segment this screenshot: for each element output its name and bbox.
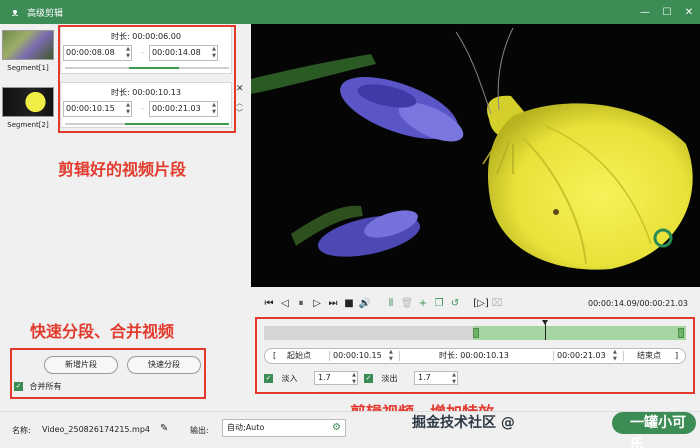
spinner-icon[interactable]: ▲ ▼ (389, 349, 393, 363)
name-label: 名称: (12, 426, 31, 435)
window-controls: — ☐ ✕ (634, 7, 700, 18)
edit-name-icon[interactable]: ✎ (160, 423, 168, 434)
file-name: Video_250826174215.mp4 (42, 425, 150, 434)
spinner-icon[interactable]: ▲ ▼ (613, 349, 617, 363)
segment-list: Segment[1] Segment[2] (0, 24, 56, 164)
gear-icon[interactable]: ⚙ (332, 420, 341, 436)
footer-bar: 名称: Video_250826174215.mp4 ✎ 输出: 自动;Auto… (0, 411, 700, 448)
volume-icon[interactable]: 🔊 (357, 298, 373, 309)
add-segment-button[interactable]: 新增片段 (44, 356, 118, 374)
fade-in-label: 淡入 (281, 374, 298, 383)
spinner-icon[interactable]: ▲ ▼ (452, 372, 456, 386)
fade-in-toggle[interactable]: ✓ 淡入 (264, 373, 298, 384)
segment-item-1[interactable]: Segment[1] (0, 30, 56, 72)
video-frame (251, 24, 700, 287)
merge-all-checkbox[interactable]: ✓ (14, 382, 23, 391)
range-controls: [ 起始点 00:00:10.15 ▲ ▼ 时长: 00:00:10.13 00:… (264, 348, 686, 364)
range-duration: 时长: 00:00:10.13 (439, 351, 509, 360)
chevron-down-icon[interactable]: ﹀ (236, 108, 243, 118)
step-forward-icon[interactable]: ▷ (309, 298, 325, 309)
fade-out-toggle[interactable]: ✓ 淡出 (364, 373, 398, 384)
rabbit-icon: ᴥ (11, 5, 19, 19)
stop-icon[interactable]: ■ (341, 298, 357, 309)
set-start-button[interactable]: 起始点 (287, 349, 311, 363)
separator (399, 351, 400, 361)
timeline-end-handle[interactable] (678, 328, 684, 338)
chevron-up-icon[interactable]: ︿ (236, 98, 243, 108)
pause-icon[interactable]: ⏸ (293, 298, 309, 309)
window-title: 高级剪辑 (27, 8, 64, 19)
fade-out-checkbox[interactable]: ✓ (364, 374, 373, 383)
segment-item-2[interactable]: Segment[2] (0, 87, 56, 129)
spinner-icon[interactable]: ▲ ▼ (352, 372, 356, 386)
separator (329, 351, 330, 361)
merge-all-label: 合并所有 (29, 382, 62, 391)
split-icon[interactable]: ⫴ (383, 298, 399, 309)
fade-in-input[interactable]: 1.7 ▲ ▼ (314, 371, 358, 385)
merge-all-row[interactable]: ✓ 合并所有 (14, 381, 62, 392)
copy-icon[interactable]: ❐ (431, 298, 447, 309)
segment-thumbnail[interactable] (2, 87, 54, 117)
separator (553, 351, 554, 361)
delete-icon[interactable]: 🗑 (399, 298, 415, 309)
minimize-icon[interactable]: — (634, 7, 656, 18)
annotation-box-segments (58, 25, 236, 133)
playback-time: 00:00:14.09/00:00:21.03 (588, 298, 688, 308)
range-start-input[interactable]: 00:00:10.15 (333, 349, 382, 363)
mark-range-icon[interactable]: [▷] (473, 298, 489, 309)
watermark-badge: 一罐小可乐 (612, 412, 696, 448)
separator (623, 351, 624, 361)
start-bracket: [ (273, 351, 277, 360)
segment-label: Segment[2] (7, 121, 49, 129)
timeline-start-handle[interactable] (472, 328, 479, 338)
undo-icon[interactable]: ↺ (447, 298, 463, 309)
video-preview[interactable] (251, 24, 700, 287)
clear-range-icon[interactable]: ⌧ (489, 298, 505, 309)
timeline-selection[interactable] (472, 326, 686, 340)
output-label: 输出: (190, 426, 209, 435)
set-end-button[interactable]: 结束点 (637, 349, 661, 363)
segment-thumbnail[interactable] (2, 30, 54, 60)
fade-out-input[interactable]: 1.7 ▲ ▼ (414, 371, 458, 385)
end-bracket: ] (675, 351, 679, 360)
annotation-clips: 剪辑好的视频片段 (58, 160, 187, 179)
quick-split-button[interactable]: 快速分段 (127, 356, 201, 374)
segment-label: Segment[1] (7, 64, 49, 72)
player-controls: ⏮ ◁ ⏸ ▷ ⏭ ■ 🔊 ⫴ 🗑 + ❐ ↺ [▷] ⌧ 00:00:14.0… (251, 290, 700, 316)
maximize-icon[interactable]: ☐ (656, 7, 678, 18)
skip-start-icon[interactable]: ⏮ (261, 298, 277, 309)
fade-out-label: 淡出 (381, 374, 398, 383)
skip-end-icon[interactable]: ⏭ (325, 298, 341, 309)
output-select[interactable]: 自动;Auto ⚙ (222, 419, 346, 437)
watermark-text: 掘金技术社区 @ (412, 415, 515, 431)
fade-in-checkbox[interactable]: ✓ (264, 374, 273, 383)
playhead[interactable] (541, 320, 548, 340)
close-segment-icon[interactable]: ✕ (236, 84, 244, 94)
close-window-icon[interactable]: ✕ (678, 7, 700, 18)
timeline[interactable] (264, 320, 686, 340)
title-bar: ᴥ 高级剪辑 — ☐ ✕ (0, 0, 700, 24)
step-back-icon[interactable]: ◁ (277, 298, 293, 309)
annotation-split-merge: 快速分段、合并视频 (30, 322, 175, 341)
range-end-input[interactable]: 00:00:21.03 (557, 349, 606, 363)
add-icon[interactable]: + (415, 298, 431, 309)
